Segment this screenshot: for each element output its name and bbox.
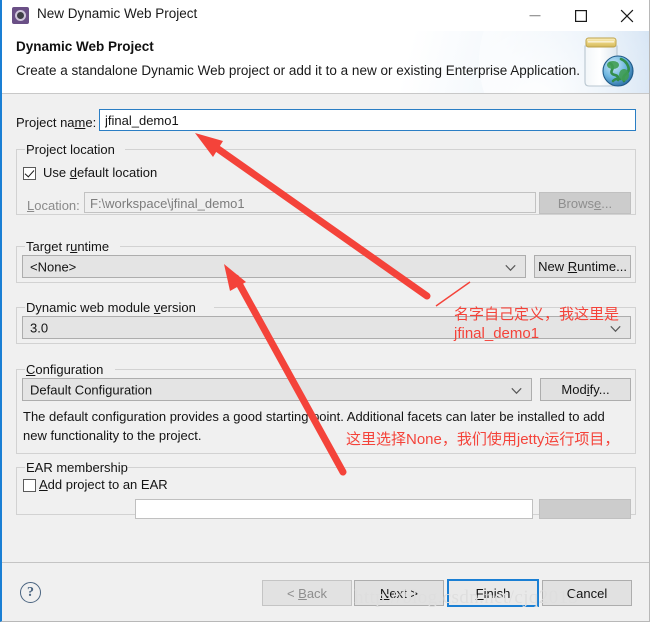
jar-with-globe-icon — [569, 32, 641, 92]
project-name-input[interactable] — [99, 109, 636, 131]
window-title: New Dynamic Web Project — [37, 6, 198, 21]
maximize-button[interactable] — [558, 0, 603, 31]
back-button-label: < Back — [286, 585, 328, 601]
location-label: Location: — [27, 198, 80, 213]
configuration-description-line2: new functionality to the project. — [23, 428, 202, 443]
title-bar: New Dynamic Web Project — [2, 0, 649, 31]
use-default-location-label: Use default location — [43, 165, 158, 180]
configuration-combo[interactable]: Default Configuration — [22, 378, 532, 401]
new-runtime-button[interactable]: New Runtime... — [534, 255, 631, 278]
target-runtime-legend: Target runtime — [26, 239, 110, 254]
project-location-legend: Project location — [26, 142, 115, 157]
minimize-button[interactable] — [512, 0, 557, 31]
configuration-legend: Configuration — [26, 362, 104, 377]
wizard-header: Dynamic Web Project Create a standalone … — [2, 31, 649, 93]
watermark-text: http://blog.csdn.net/cjq2013 — [354, 587, 579, 608]
add-project-to-ear-label: Add project to an EAR — [39, 477, 168, 492]
configuration-description: The default configuration provides a goo… — [23, 407, 629, 445]
browse-button-label: Browse... — [557, 195, 613, 211]
help-icon[interactable]: ? — [20, 582, 41, 603]
chevron-down-icon — [505, 259, 516, 274]
location-field: F:\workspace\jfinal_demo1 — [84, 192, 536, 213]
modify-button[interactable]: Modify... — [540, 378, 631, 401]
eclipse-wizard-icon — [12, 7, 29, 24]
chevron-down-icon — [511, 382, 522, 397]
configuration-value: Default Configuration — [30, 382, 153, 397]
target-runtime-combo[interactable]: <None> — [22, 255, 526, 278]
modify-button-label: Modify... — [561, 382, 610, 397]
new-runtime-label: New Runtime... — [538, 259, 627, 274]
chevron-down-icon — [610, 320, 621, 335]
add-project-to-ear-checkbox[interactable] — [23, 479, 36, 492]
project-name-label: Project name: — [16, 115, 97, 130]
wizard-content: Project name: Project location Use defau… — [2, 94, 649, 562]
dynamic-web-module-version-value: 3.0 — [30, 320, 49, 335]
dynamic-web-module-version-legend: Dynamic web module version — [26, 300, 196, 315]
target-runtime-value: <None> — [30, 259, 77, 274]
header-title: Dynamic Web Project — [16, 39, 154, 54]
configuration-description-line1: The default configuration provides a goo… — [23, 409, 605, 424]
dynamic-web-module-version-combo[interactable]: 3.0 — [22, 316, 631, 339]
browse-button[interactable]: Browse... — [539, 192, 631, 214]
close-button[interactable] — [604, 0, 649, 31]
ear-project-name-combo[interactable] — [135, 499, 533, 519]
ear-membership-legend: EAR membership — [26, 460, 128, 475]
back-button: < Back — [262, 580, 352, 606]
header-description: Create a standalone Dynamic Web project … — [16, 63, 581, 78]
ear-new-module-button[interactable] — [539, 499, 631, 519]
new-dynamic-web-project-dialog: New Dynamic Web Project Dynamic Web Proj… — [0, 0, 650, 622]
use-default-location-checkbox[interactable] — [23, 167, 36, 180]
